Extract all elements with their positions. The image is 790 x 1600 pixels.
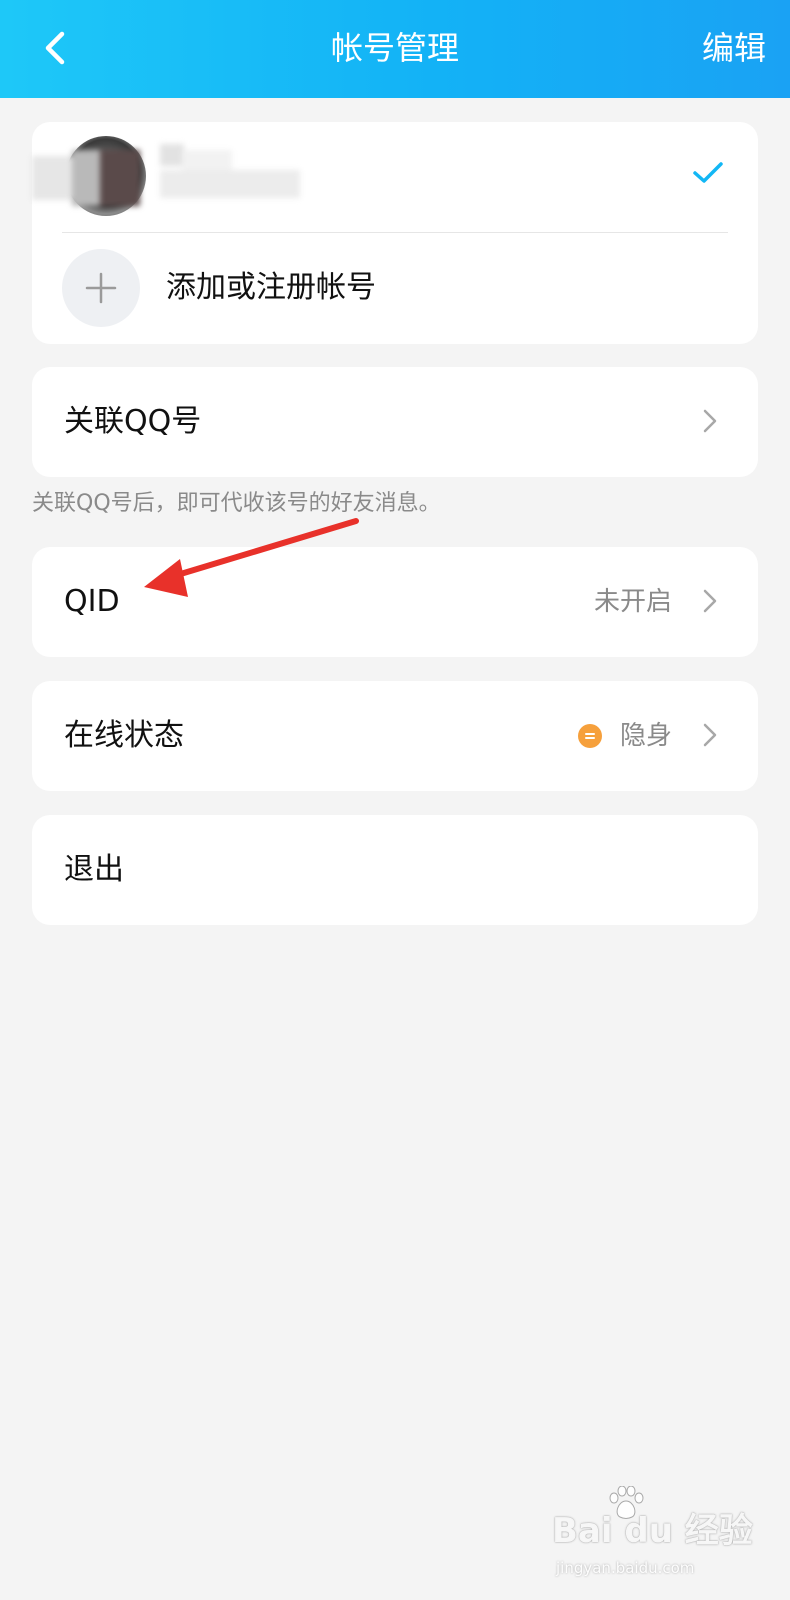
invisible-status-icon <box>578 724 602 748</box>
chevron-right-icon <box>703 723 717 747</box>
page-title: 帐号管理 <box>330 29 459 67</box>
watermark-url: jingyan.baidu.com <box>556 1559 695 1577</box>
link-qq-label: 关联QQ号 <box>64 404 202 439</box>
add-account-button[interactable]: 添加或注册帐号 <box>32 233 758 344</box>
add-icon-circle <box>62 249 140 327</box>
logout-label: 退出 <box>64 852 124 887</box>
chevron-right-icon <box>703 589 717 613</box>
online-status-row[interactable]: 在线状态 隐身 <box>32 681 758 791</box>
watermark-text: Bai du 经验 <box>552 1511 753 1551</box>
add-account-label: 添加或注册帐号 <box>166 270 376 305</box>
qid-status-value: 未开启 <box>593 587 672 617</box>
annotation-arrow <box>144 518 359 597</box>
obscured-account-name <box>32 144 322 220</box>
watermark: Bai du 经验 jingyan.baidu.com <box>552 1486 762 1590</box>
checkmark-icon <box>693 162 723 183</box>
link-qq-row[interactable]: 关联QQ号 <box>32 367 758 477</box>
logout-button[interactable]: 退出 <box>32 815 758 925</box>
online-status-label: 在线状态 <box>64 718 184 753</box>
accounts-card: 添加或注册帐号 <box>32 122 758 344</box>
current-account-row[interactable] <box>32 122 758 232</box>
qid-label: QID <box>64 584 120 619</box>
chevron-right-icon <box>703 409 717 433</box>
top-nav-bar: 帐号管理 编辑 <box>0 0 790 98</box>
edit-button[interactable]: 编辑 <box>702 26 766 70</box>
plus-icon <box>85 272 117 304</box>
online-status-value: 隐身 <box>619 721 672 751</box>
